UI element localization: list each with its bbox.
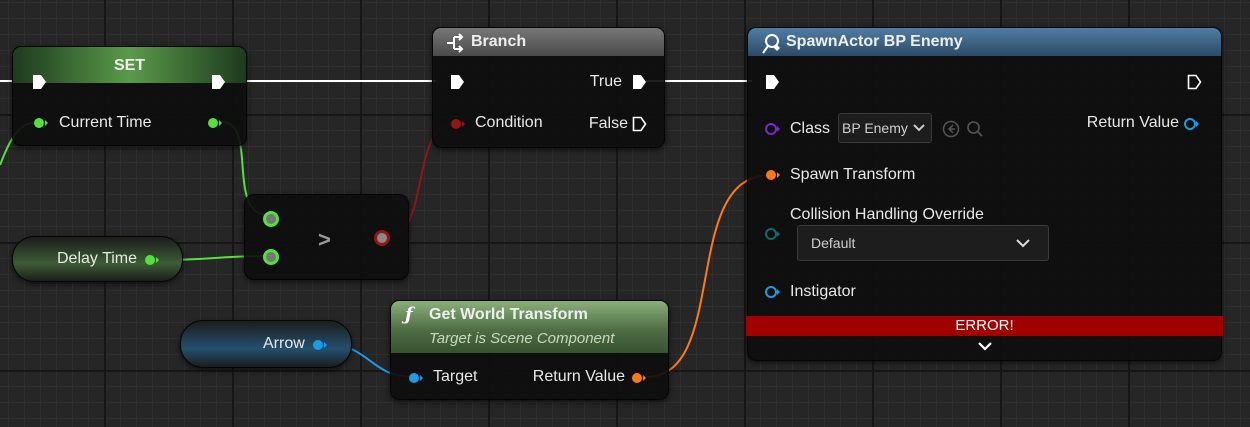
spawn-transform-label: Spawn Transform	[790, 166, 916, 183]
delay-time-out-pin[interactable]	[144, 254, 160, 266]
branch-icon	[447, 33, 464, 53]
spawn-transform-pin[interactable]	[765, 169, 781, 181]
delay-time-label: Delay Time	[57, 250, 138, 267]
expand-chevron-icon[interactable]	[977, 340, 993, 352]
arrow-label: Arrow	[263, 335, 305, 352]
arrow-node[interactable]: Arrow	[180, 320, 352, 368]
instigator-label: Instigator	[790, 283, 856, 300]
branch-false-label: False	[588, 115, 628, 132]
spawn-return-pin[interactable]	[1184, 118, 1200, 130]
set-node-title: SET	[113, 57, 146, 74]
spawn-exec-in-pin[interactable]	[765, 74, 780, 90]
transform-target-pin[interactable]	[408, 372, 424, 384]
spawn-class-pin[interactable]	[765, 123, 781, 135]
branch-exec-in-pin[interactable]	[450, 74, 465, 90]
instigator-pin[interactable]	[765, 286, 781, 298]
dropdown-chevron-icon	[913, 124, 925, 132]
spawn-exec-out-pin[interactable]	[1187, 74, 1202, 90]
get-world-transform-subtitle: Target is Scene Component	[429, 330, 615, 347]
compare-a-pin[interactable]	[261, 209, 281, 229]
spawn-actor-header: SpawnActor BP Enemy	[748, 28, 1221, 56]
compare-result-pin[interactable]	[372, 228, 392, 248]
spawn-return-label: Return Value	[1086, 114, 1179, 131]
compare-operator: >	[318, 227, 331, 252]
set-exec-in-pin[interactable]	[32, 74, 47, 90]
collision-dropdown-value: Default	[811, 235, 856, 251]
branch-condition-pin[interactable]	[450, 118, 466, 130]
error-banner: ERROR!	[746, 316, 1223, 336]
transform-return-pin[interactable]	[631, 372, 647, 384]
branch-true-pin[interactable]	[632, 74, 647, 90]
error-text: ERROR!	[955, 317, 1014, 334]
dropdown-chevron-icon	[1016, 239, 1030, 248]
collision-override-pin[interactable]	[765, 228, 781, 240]
collision-override-label: Collision Handling Override	[790, 206, 984, 223]
class-dropdown[interactable]: BP Enemy	[838, 113, 932, 143]
branch-node-header: Branch	[433, 28, 664, 56]
set-exec-out-pin[interactable]	[211, 74, 226, 90]
set-node[interactable]: SET Current Time	[12, 46, 247, 146]
get-world-transform-node[interactable]: ƒ Get World Transform Target is Scene Co…	[390, 300, 669, 400]
delay-time-node[interactable]: Delay Time	[12, 236, 183, 282]
get-world-transform-title: Get World Transform	[429, 306, 588, 323]
spawn-actor-title: SpawnActor BP Enemy	[786, 33, 963, 50]
collision-dropdown[interactable]: Default	[797, 225, 1049, 261]
get-world-transform-header: ƒ Get World Transform Target is Scene Co…	[391, 301, 668, 353]
branch-condition-label: Condition	[475, 114, 543, 131]
set-current-time-label: Current Time	[59, 114, 152, 131]
branch-node-title: Branch	[471, 33, 527, 50]
browse-back-icon[interactable]	[942, 120, 960, 138]
search-icon[interactable]	[966, 120, 984, 138]
arrow-out-pin[interactable]	[312, 339, 328, 351]
set-current-time-in-pin[interactable]	[33, 117, 49, 129]
compare-b-pin[interactable]	[261, 247, 281, 267]
set-current-time-out-pin[interactable]	[207, 117, 223, 129]
transform-return-label: Return Value	[532, 368, 625, 385]
branch-node[interactable]: Branch True Condition False	[432, 27, 665, 148]
function-icon: ƒ	[405, 304, 413, 325]
compare-node[interactable]: >	[244, 194, 409, 280]
branch-true-label: True	[589, 73, 622, 90]
spawn-actor-node[interactable]: SpawnActor BP Enemy Class BP Enemy Retur…	[746, 27, 1223, 361]
transform-target-label: Target	[433, 368, 478, 385]
spawn-actor-icon	[762, 34, 780, 54]
branch-false-pin[interactable]	[632, 116, 647, 132]
class-dropdown-value: BP Enemy	[842, 120, 908, 136]
spawn-class-label: Class	[790, 120, 831, 137]
